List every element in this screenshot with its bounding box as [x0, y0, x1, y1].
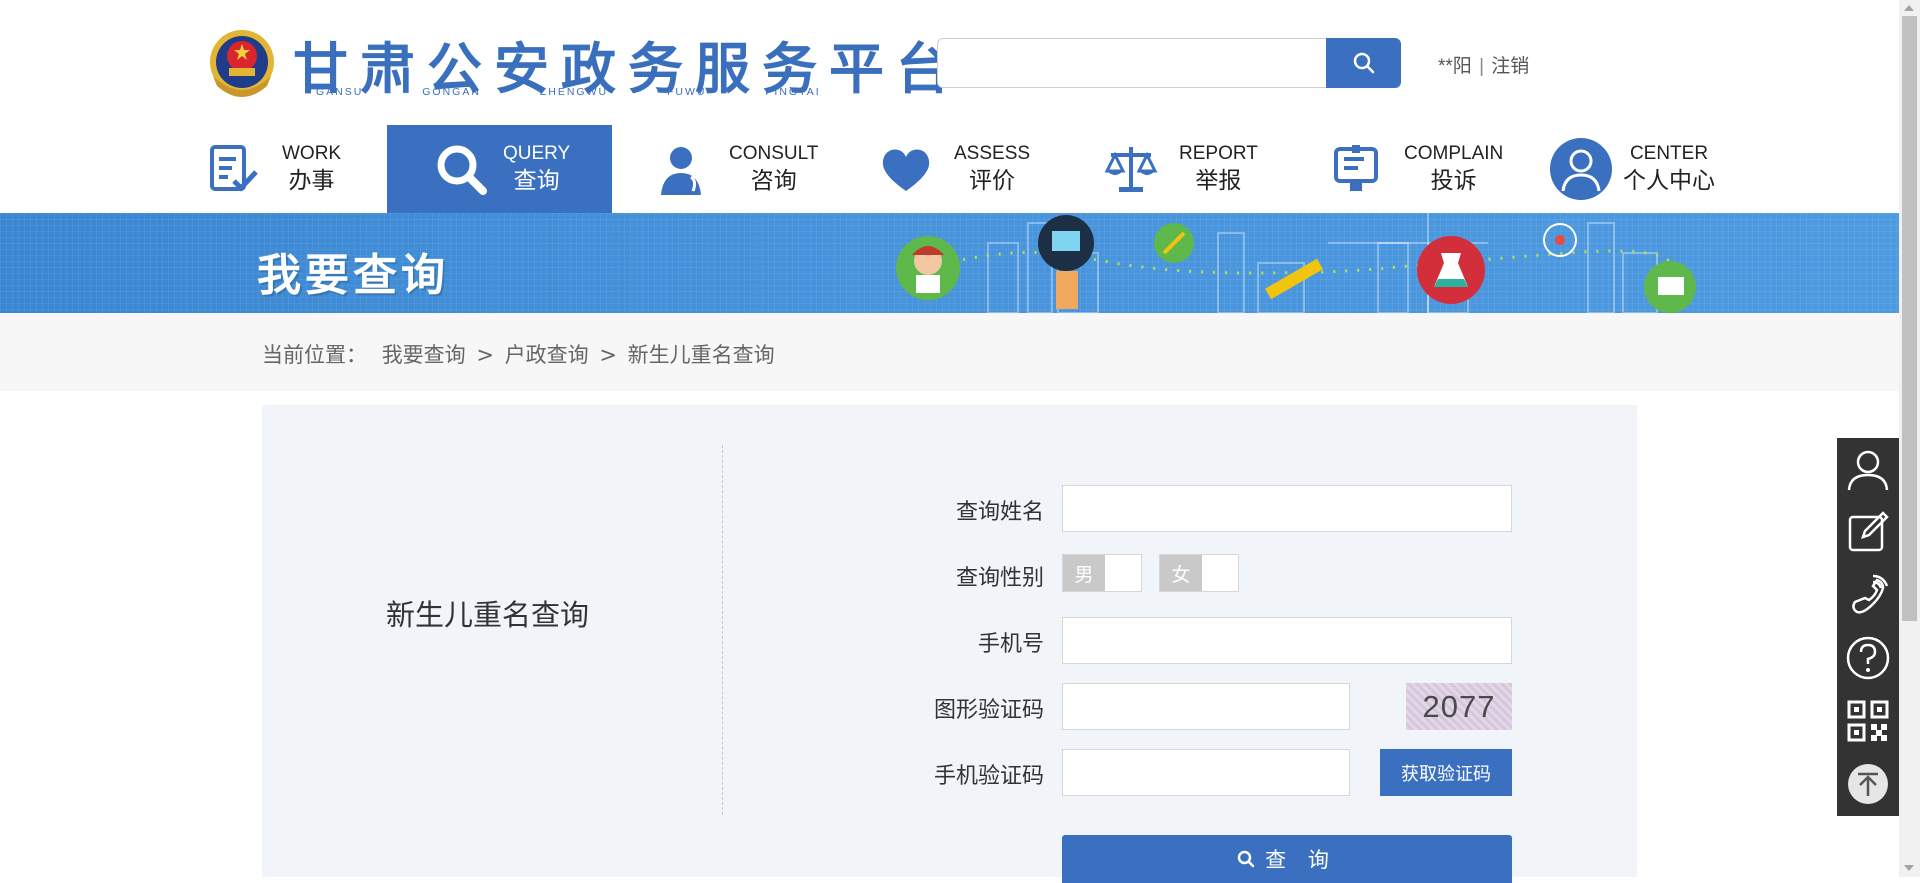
logout-link[interactable]: 注销: [1491, 56, 1529, 77]
side-qrcode-button[interactable]: [1837, 690, 1899, 752]
phone-input[interactable]: [1062, 617, 1512, 664]
document-check-icon: [210, 145, 258, 192]
back-to-top-icon: [1848, 764, 1888, 804]
nav-label-cn: 评价: [969, 168, 1016, 194]
nav-label-cn: 个人中心: [1623, 168, 1715, 194]
nav-item-complain[interactable]: COMPLAIN 投诉: [1322, 125, 1547, 213]
banner-title: 我要查询: [257, 250, 449, 301]
breadcrumb-prefix: 当前位置：: [262, 343, 367, 367]
side-help-button[interactable]: [1837, 627, 1899, 689]
breadcrumb-item[interactable]: 我要查询: [382, 343, 466, 367]
nav-label-en: QUERY: [503, 143, 571, 164]
nav-label-cn: 咨询: [750, 168, 797, 194]
user-icon: [1847, 450, 1889, 491]
gender-female-label: 女: [1160, 555, 1202, 591]
gender-label: 查询性别: [955, 566, 1044, 591]
nav-item-consult[interactable]: CONSULT 咨询: [647, 125, 872, 213]
scroll-down-arrow[interactable]: [1904, 865, 1914, 871]
search-icon: [1237, 850, 1255, 868]
sms-code-input[interactable]: [1062, 749, 1350, 796]
user-icon: [1550, 138, 1612, 200]
query-button[interactable]: 查 询: [1062, 835, 1512, 883]
qrcode-icon: [1847, 700, 1889, 742]
nav-item-report[interactable]: REPORT 举报: [1097, 125, 1322, 213]
captcha-image[interactable]: 2077: [1406, 683, 1512, 730]
clipboard-icon: [1334, 145, 1378, 191]
user-name-link[interactable]: **阳: [1438, 56, 1472, 77]
search-icon: [1353, 52, 1374, 74]
nav-label-en: CENTER: [1629, 143, 1709, 164]
magnifier-icon: [437, 145, 487, 195]
panel-title: 新生儿重名查询: [386, 598, 590, 632]
nav-label-cn: 举报: [1195, 168, 1242, 194]
query-button-label: 查 询: [1265, 849, 1337, 872]
breadcrumb-separator: >: [599, 343, 617, 367]
sms-code-label: 手机验证码: [933, 764, 1044, 789]
gender-female-option[interactable]: 女: [1159, 554, 1239, 592]
nav-label-cn: 查询: [513, 168, 560, 194]
police-emblem-logo[interactable]: [205, 26, 279, 102]
side-phone-button[interactable]: [1837, 564, 1899, 626]
page-scrollbar[interactable]: [1899, 0, 1920, 877]
nav-item-center[interactable]: CENTER 个人中心: [1547, 125, 1772, 213]
phone-icon: [1852, 574, 1889, 614]
gender-male-label: 男: [1063, 555, 1105, 591]
nav-item-assess[interactable]: ASSESS 评价: [872, 125, 1097, 213]
nav-label-en: COMPLAIN: [1404, 143, 1504, 164]
panel-divider: [722, 445, 723, 815]
breadcrumb-separator: >: [476, 343, 494, 367]
breadcrumb-bar: 当前位置： 我要查询 > 户政查询 > 新生儿重名查询: [0, 313, 1899, 391]
captcha-input[interactable]: [1062, 683, 1350, 730]
nav-label-cn: 投诉: [1430, 168, 1477, 194]
page-banner: 我要查询: [0, 213, 1899, 313]
gender-male-option[interactable]: 男: [1062, 554, 1142, 592]
captcha-label: 图形验证码: [933, 698, 1044, 723]
search-button[interactable]: [1326, 38, 1401, 88]
heart-icon: [882, 149, 930, 191]
site-subtitle: GANSU GONGAN ZHENGWU FUWU PINGTAI: [316, 86, 821, 98]
user-links: **阳 | 注销: [1438, 51, 1529, 78]
nav-label-cn: 办事: [288, 168, 335, 194]
side-edit-button[interactable]: [1837, 501, 1899, 563]
side-toolbar: [1837, 438, 1899, 816]
operator-icon: [661, 147, 701, 195]
site-header: 甘肃公安政务服务平台 GANSU GONGAN ZHENGWU FUWU PIN…: [0, 0, 1899, 125]
name-label: 查询姓名: [955, 500, 1044, 525]
back-to-top-button[interactable]: [1837, 753, 1899, 815]
nav-item-query[interactable]: QUERY 查询: [387, 125, 612, 213]
search-input[interactable]: [937, 38, 1327, 88]
scales-icon: [1104, 147, 1158, 192]
breadcrumb-current: 新生儿重名查询: [627, 343, 775, 367]
scroll-up-arrow[interactable]: [1904, 5, 1914, 11]
name-input[interactable]: [1062, 485, 1512, 532]
main-nav: WORK 办事 QUERY 查询 CONSULT 咨询 ASSESS 评价 RE…: [0, 125, 1899, 213]
nav-label-en: REPORT: [1179, 143, 1258, 164]
nav-label-en: WORK: [282, 143, 342, 164]
nav-label-en: ASSESS: [954, 143, 1031, 164]
phone-label: 手机号: [977, 632, 1044, 657]
nav-label-en: CONSULT: [729, 143, 819, 164]
scroll-thumb[interactable]: [1902, 16, 1917, 621]
banner-illustration: [896, 213, 1696, 313]
get-sms-code-button[interactable]: 获取验证码: [1380, 749, 1512, 796]
breadcrumb-item[interactable]: 户政查询: [505, 343, 589, 367]
breadcrumb: 当前位置： 我要查询 > 户政查询 > 新生儿重名查询: [262, 339, 775, 369]
side-user-button[interactable]: [1837, 438, 1899, 500]
query-panel: 新生儿重名查询 查询姓名 查询性别 男 女 手机号 图形验证码 2077 手机验…: [262, 405, 1637, 883]
help-icon: [1846, 636, 1890, 680]
edit-icon: [1848, 511, 1889, 552]
link-separator: |: [1479, 56, 1485, 77]
